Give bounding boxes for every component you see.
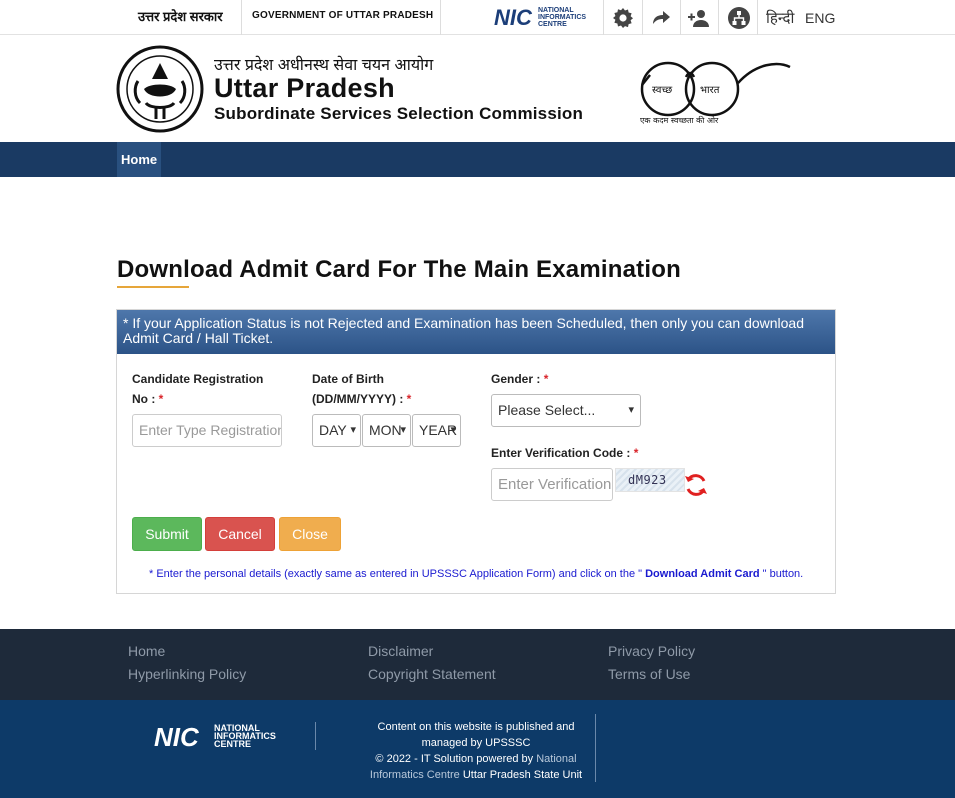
- note-text-bold: Download Admit Card: [645, 568, 760, 580]
- footer-link-home[interactable]: Home: [128, 643, 165, 659]
- gender-select[interactable]: Please Select... ▾: [491, 394, 641, 427]
- divider: [642, 0, 643, 35]
- footer-link-terms-of-use[interactable]: Terms of Use: [608, 666, 690, 682]
- government-english-label: GOVERNMENT OF UTTAR PRADESH: [252, 10, 434, 21]
- footer-link-copyright-statement[interactable]: Copyright Statement: [368, 666, 496, 682]
- cancel-button[interactable]: Cancel: [205, 517, 275, 551]
- required-mark: *: [406, 392, 412, 406]
- site-header: उत्तर प्रदेश अधीनस्थ सेवा चयन आयोग Uttar…: [0, 35, 955, 142]
- footer-copyright: Content on this website is published and…: [362, 719, 590, 783]
- nic-footer-logo[interactable]: NIC NATIONAL INFORMATICS CENTRE: [154, 722, 294, 750]
- nic-logo[interactable]: NIC NATIONAL INFORMATICS CENTRE: [494, 5, 598, 29]
- note-text-after: " button.: [759, 568, 804, 580]
- required-mark: *: [158, 392, 164, 406]
- chevron-down-icon: ▾: [628, 404, 634, 416]
- footer-link-disclaimer[interactable]: Disclaimer: [368, 643, 433, 659]
- verification-label: Enter Verification Code : *: [491, 443, 638, 463]
- divider: [440, 0, 441, 35]
- top-bar: उत्तर प्रदेश सरकार GOVERNMENT OF UTTAR P…: [0, 0, 955, 35]
- sitemap-icon[interactable]: [727, 6, 751, 30]
- eligibility-notice: * If your Application Status is not Reje…: [117, 310, 835, 354]
- footer-copy-line3-link: National: [536, 753, 577, 765]
- submit-button[interactable]: Submit: [132, 517, 202, 551]
- registration-label-line2: No :: [132, 392, 159, 406]
- commission-title: Uttar Pradesh: [214, 73, 395, 103]
- share-icon[interactable]: [649, 6, 673, 30]
- form-instruction-note: * Enter the personal details (exactly sa…: [149, 568, 803, 580]
- verification-code-input[interactable]: Enter Verification: [491, 468, 613, 501]
- registration-label-line1: Candidate Registration: [132, 372, 264, 386]
- divider: [757, 0, 758, 35]
- main-navbar: Home: [0, 142, 955, 177]
- footer-link-privacy-policy[interactable]: Privacy Policy: [608, 643, 695, 659]
- nic-footer-logo-text: NIC: [154, 722, 200, 750]
- nic-footer-sub-3: CENTRE: [214, 739, 251, 749]
- gender-label-text: Gender :: [491, 372, 544, 386]
- commission-hindi-name: उत्तर प्रदेश अधीनस्थ सेवा चयन आयोग: [214, 57, 434, 74]
- dob-label-line2: (DD/MM/YYYY) :: [312, 392, 407, 406]
- footer-copy-line2: managed by UPSSSC: [421, 737, 531, 749]
- swachh-left-text: स्वच्छ: [652, 85, 672, 96]
- footer-copy-line3: © 2022 - IT Solution powered by: [375, 753, 537, 765]
- divider: [603, 0, 604, 35]
- divider: [595, 714, 596, 782]
- nic-logo-sub-2: INFORMATICS: [538, 14, 586, 21]
- government-hindi-label: उत्तर प्रदेश सरकार: [138, 9, 223, 24]
- language-hindi-link[interactable]: हिन्दी: [766, 8, 794, 28]
- registration-label: Candidate Registration No : *: [132, 369, 263, 409]
- nav-home-link[interactable]: Home: [117, 142, 162, 177]
- close-button[interactable]: Close: [279, 517, 341, 551]
- commission-subtitle: Subordinate Services Selection Commissio…: [214, 104, 584, 123]
- add-user-icon[interactable]: [687, 6, 711, 30]
- nic-logo-sub-1: NATIONAL: [538, 7, 574, 14]
- divider: [315, 722, 316, 750]
- upsssc-emblem-logo[interactable]: [116, 45, 204, 133]
- swachh-tagline: एक कदम स्वच्छता की ओर: [640, 115, 719, 125]
- refresh-captcha-icon[interactable]: [683, 472, 709, 498]
- dob-month-value: MON: [369, 422, 402, 438]
- divider: [241, 0, 242, 35]
- gender-label: Gender : *: [491, 369, 548, 389]
- footer-copy-line1: Content on this website is published and: [377, 721, 575, 733]
- nic-logo-sub-3: CENTRE: [538, 21, 567, 28]
- footer-copy-line4-bold: Uttar Pradesh State Unit: [462, 769, 583, 781]
- required-mark: *: [633, 446, 639, 460]
- chevron-down-icon: ▾: [450, 424, 456, 436]
- required-mark: *: [543, 372, 549, 386]
- dob-label: Date of Birth (DD/MM/YYYY) : *: [312, 369, 411, 409]
- dob-month-select[interactable]: MON ▾: [362, 414, 411, 447]
- page-title: Download Admit Card For The Main Examina…: [117, 256, 681, 283]
- dob-day-value: DAY: [319, 422, 347, 438]
- swachh-right-text: भारत: [700, 85, 720, 96]
- gear-icon[interactable]: [611, 6, 635, 30]
- captcha-image: dM923: [615, 468, 685, 492]
- footer-link-hyperlinking-policy[interactable]: Hyperlinking Policy: [128, 666, 246, 682]
- footer-copy-line4: Informatics Centre: [369, 769, 463, 781]
- language-english-link[interactable]: ENG: [805, 10, 835, 26]
- verification-label-text: Enter Verification Code :: [491, 446, 634, 460]
- title-underline: [117, 286, 189, 288]
- dob-label-line1: Date of Birth: [312, 372, 384, 386]
- nic-logo-text: NIC: [494, 5, 533, 29]
- divider: [680, 0, 681, 35]
- dob-day-select[interactable]: DAY ▾: [312, 414, 361, 447]
- divider: [718, 0, 719, 35]
- chevron-down-icon: ▾: [350, 424, 356, 436]
- footer-links-section: Home Hyperlinking Policy Disclaimer Copy…: [0, 629, 955, 700]
- dob-year-select[interactable]: YEAR ▾: [412, 414, 461, 447]
- footer-bottom: NIC NATIONAL INFORMATICS CENTRE Content …: [0, 700, 955, 798]
- gender-value: Please Select...: [498, 402, 596, 418]
- swachh-bharat-logo: स्वच्छ भारत एक कदम स्वच्छता की ओर: [640, 61, 791, 125]
- note-text-before: * Enter the personal details (exactly sa…: [149, 568, 646, 580]
- registration-input[interactable]: Enter Type Registration: [132, 414, 282, 447]
- chevron-down-icon: ▾: [400, 424, 406, 436]
- admit-card-form: * If your Application Status is not Reje…: [116, 309, 836, 594]
